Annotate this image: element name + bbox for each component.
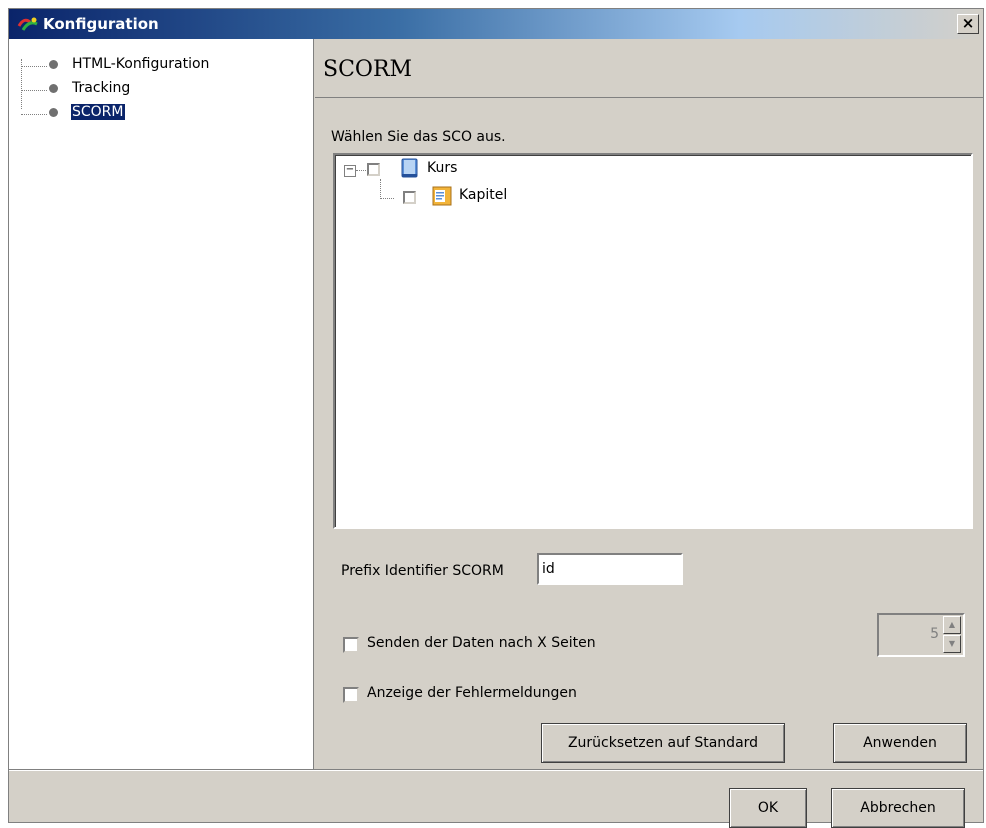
collapse-toggle[interactable]: − <box>344 165 356 177</box>
tree-connector <box>21 90 47 91</box>
tree-connector <box>21 66 47 67</box>
scorm-settings-panel: SCORM Wählen Sie das SCO aus. − Kurs Kap… <box>315 39 983 769</box>
title-bar[interactable]: Konfiguration × <box>9 9 983 39</box>
kapitel-checkbox[interactable] <box>403 191 416 204</box>
chapter-icon <box>432 186 452 206</box>
tree-node-label[interactable]: Kurs <box>427 160 457 176</box>
send-data-checkbox[interactable] <box>343 637 359 653</box>
tree-node-label[interactable]: Kapitel <box>459 187 507 203</box>
nav-item-label: SCORM <box>71 104 125 120</box>
ok-button[interactable]: OK <box>729 788 807 828</box>
arrow-up-icon: ▲ <box>948 620 956 629</box>
dialog-footer: OK Abbrechen <box>9 769 983 828</box>
configuration-dialog: Konfiguration × HTML-Konfiguration Track… <box>8 8 984 828</box>
kurs-checkbox[interactable] <box>367 163 380 176</box>
spinner-up-button: ▲ <box>943 616 961 634</box>
show-errors-checkbox[interactable] <box>343 687 359 703</box>
app-logo-icon <box>17 17 38 31</box>
section-title: SCORM <box>323 57 413 82</box>
section-header: SCORM <box>315 39 983 98</box>
minus-icon: − <box>345 164 355 175</box>
cancel-button[interactable]: Abbrechen <box>831 788 965 828</box>
arrow-down-icon: ▼ <box>948 639 956 648</box>
apply-button[interactable]: Anwenden <box>833 723 967 763</box>
prefix-identifier-input[interactable] <box>537 553 683 585</box>
tree-connector <box>21 114 47 115</box>
tree-connector <box>380 198 394 199</box>
tree-connector <box>380 179 381 199</box>
nav-item-label: Tracking <box>72 80 131 96</box>
window-title: Konfiguration <box>43 15 159 33</box>
pages-value: 5 <box>930 626 939 642</box>
send-data-label: Senden der Daten nach X Seiten <box>367 635 596 651</box>
bullet-icon <box>49 108 58 117</box>
book-icon <box>401 158 418 178</box>
show-errors-label: Anzeige der Fehlermeldungen <box>367 685 577 701</box>
tree-connector <box>356 170 366 171</box>
nav-item-label: HTML-Konfiguration <box>72 56 210 72</box>
navigation-tree: HTML-Konfiguration Tracking SCORM <box>9 39 314 769</box>
reset-to-default-button[interactable]: Zurücksetzen auf Standard <box>541 723 785 763</box>
pages-spinner: 5 ▲ ▼ <box>877 613 965 657</box>
sco-tree[interactable]: − Kurs Kapitel <box>333 153 973 529</box>
bullet-icon <box>49 60 58 69</box>
close-button[interactable]: × <box>957 14 979 34</box>
bullet-icon <box>49 84 58 93</box>
close-icon: × <box>961 14 975 32</box>
spinner-down-button: ▼ <box>943 635 961 653</box>
sco-instruction-text: Wählen Sie das SCO aus. <box>331 129 506 145</box>
prefix-identifier-label: Prefix Identifier SCORM <box>341 563 504 579</box>
